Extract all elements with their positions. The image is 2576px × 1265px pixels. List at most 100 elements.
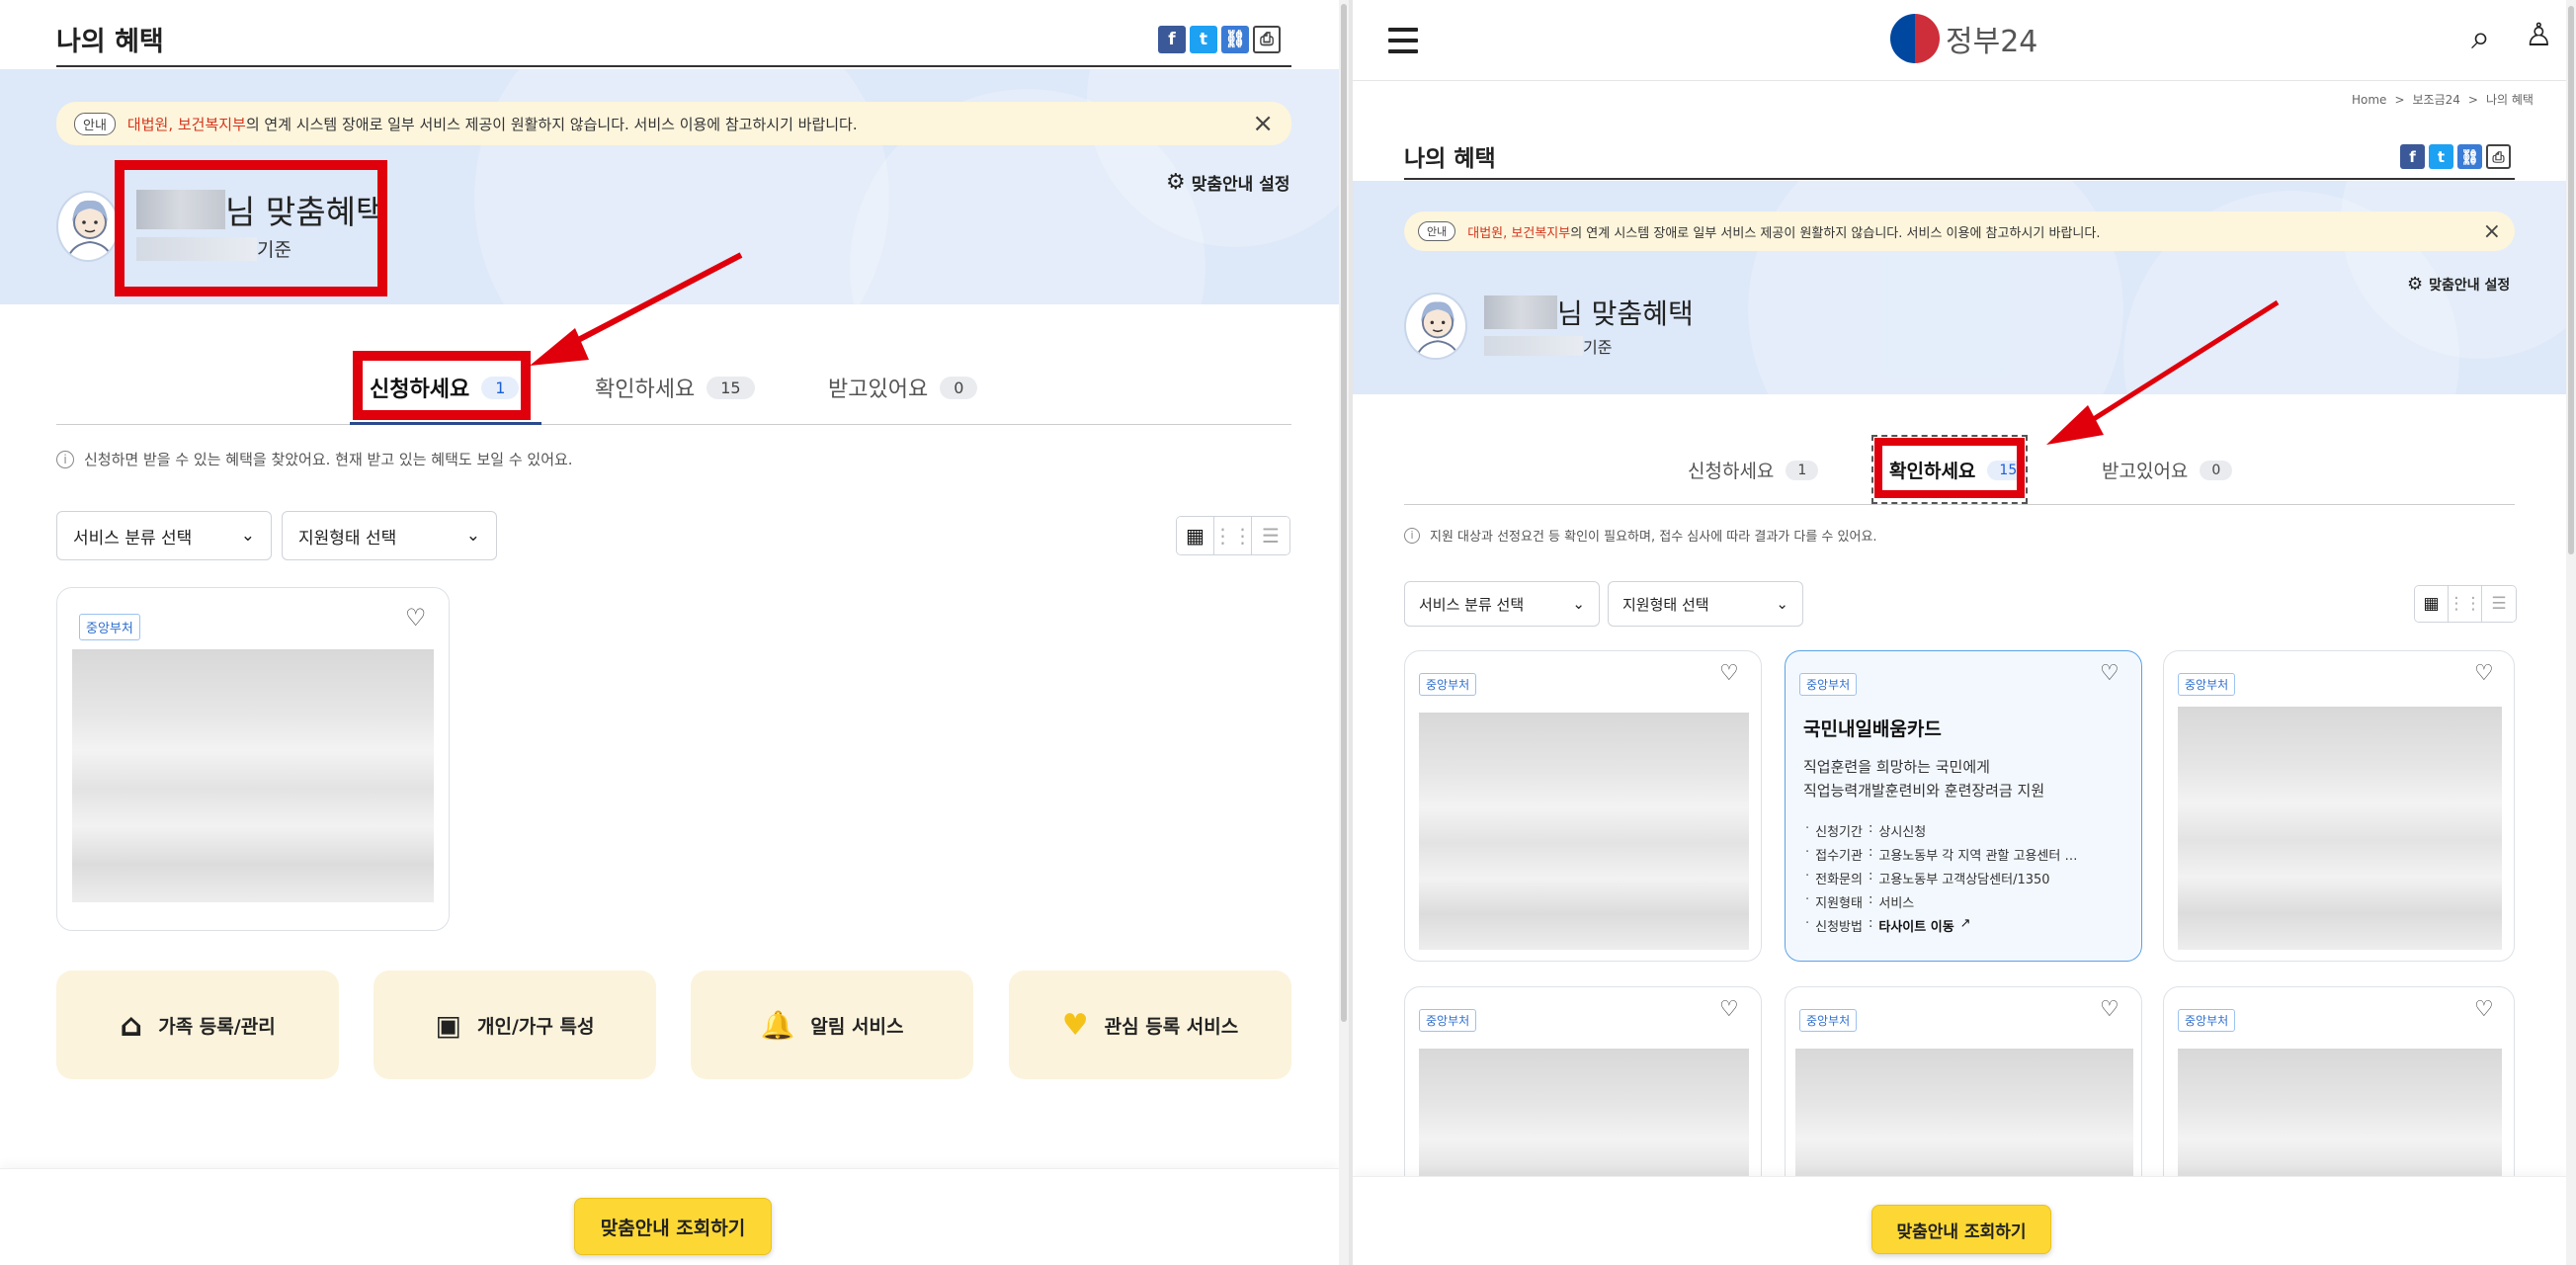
heart-icon[interactable]: ♡ <box>405 604 427 632</box>
service-category-label: 서비스 분류 선택 <box>73 528 193 548</box>
close-icon[interactable]: × <box>1252 109 1274 138</box>
compact-grid-icon[interactable]: ⋮⋮ <box>1213 517 1253 554</box>
list-view-icon[interactable]: ☰ <box>2482 586 2516 622</box>
gear-icon: ⚙ <box>2407 274 2424 295</box>
settings-label: 맞춤안내 설정 <box>1191 175 1290 195</box>
scrollbar-thumb[interactable] <box>2568 6 2574 554</box>
compact-grid-icon[interactable]: ⋮⋮ <box>2449 586 2482 622</box>
settings-link[interactable]: ⚙ 맞춤안내 설정 <box>2407 274 2510 295</box>
cta-button[interactable]: 맞춤안내 조회하기 <box>1871 1205 2051 1254</box>
chevron-down-icon: ⌄ <box>465 526 480 546</box>
info-key: 전화문의 <box>1815 873 1863 887</box>
card-badge: 중앙부처 <box>1419 673 1477 696</box>
arrow-annotation <box>530 252 743 366</box>
heart-icon[interactable]: ♡ <box>2474 661 2494 686</box>
link-icon[interactable]: ⛓ <box>2457 144 2482 169</box>
page-title: 나의 혜택 <box>1404 146 1496 172</box>
feature-alarm-label: 알림 서비스 <box>810 1015 904 1038</box>
menu-icon[interactable] <box>1388 28 1418 60</box>
benefit-card[interactable]: 중앙부처 ♡ <box>56 587 450 931</box>
arrow-annotation <box>2046 299 2280 445</box>
breadcrumb-current: 나의 혜택 <box>2485 93 2534 107</box>
tab-apply[interactable]: 신청하세요 1 <box>1688 457 1819 483</box>
top-navigation: 정부24 ⌕ ♙ <box>1353 0 2566 81</box>
notice-banner: 안내 대법원, 보건복지부 의 연계 시스템 장애로 일부 서비스 제공이 원활… <box>56 102 1291 145</box>
service-category-select[interactable]: 서비스 분류 선택 ⌄ <box>56 511 272 560</box>
user-icon[interactable]: ♙ <box>2525 16 2553 53</box>
taegeuk-logo-icon <box>1890 14 1940 63</box>
settings-link[interactable]: ⚙ 맞춤안내 설정 <box>1166 170 1290 195</box>
card-badge: 중앙부처 <box>2178 1009 2236 1032</box>
scrollbar-thumb[interactable] <box>1341 4 1347 1022</box>
card-info-phone: · 전화문의: 고용노동부 고객상담센터/1350 <box>1805 869 2050 887</box>
scrollbar[interactable] <box>2566 0 2576 1265</box>
feature-family[interactable]: ⌂ 가족 등록/관리 <box>56 970 339 1079</box>
benefit-card[interactable]: 중앙부처 ♡ <box>2163 650 2515 962</box>
external-link-icon: ↗ <box>1959 916 1971 931</box>
heart-icon[interactable]: ♡ <box>1719 661 1739 686</box>
card-badge: 중앙부처 <box>1799 673 1858 696</box>
service-category-select[interactable]: 서비스 분류 선택 ⌄ <box>1404 581 1600 627</box>
list-view-icon[interactable]: ☰ <box>1252 517 1289 554</box>
info-icon: i <box>1404 527 1420 544</box>
card-info-period: · 신청기간: 상시신청 <box>1805 821 1926 840</box>
masked-date <box>1484 336 1583 356</box>
print-icon[interactable]: ⎙ <box>1253 26 1281 53</box>
facebook-icon[interactable]: f <box>1158 26 1186 53</box>
benefit-card[interactable]: 중앙부처 ♡ <box>1404 650 1762 962</box>
print-icon[interactable]: ⎙ <box>2486 144 2511 169</box>
tab-receiving[interactable]: 받고있어요 0 <box>828 372 978 403</box>
bullet: · <box>1805 892 1810 907</box>
logo-text: 정부24 <box>1946 25 2038 59</box>
left-panel: 나의 혜택 f t ⛓ ⎙ 안내 대법원, 보건복지부 의 연계 시스템 장애로… <box>0 0 1349 1265</box>
card-info-agency: · 접수기관: 고용노동부 각 지역 관할 고용센터 … <box>1805 845 2077 864</box>
avatar <box>56 191 120 262</box>
notice-message: 의 연계 시스템 장애로 일부 서비스 제공이 원활하지 않습니다. 서비스 이… <box>1570 225 2101 241</box>
tab-check-count: 15 <box>706 376 755 399</box>
scrollbar[interactable] <box>1339 0 1349 1265</box>
notice-orgs: 대법원, 보건복지부 <box>1467 225 1571 241</box>
heart-icon[interactable]: ♡ <box>1719 997 1739 1022</box>
breadcrumb-subsidy[interactable]: 보조금24 <box>2413 91 2460 108</box>
search-icon[interactable]: ⌕ <box>2471 18 2490 57</box>
feature-personal[interactable]: ▣ 개인/가구 특성 <box>374 970 656 1079</box>
card-badge: 중앙부처 <box>1419 1009 1477 1032</box>
info-sep: : <box>1868 845 1873 860</box>
info-icon: i <box>56 450 74 468</box>
highlight-box-user <box>115 160 387 296</box>
right-panel: 정부24 ⌕ ♙ Home > 보조금24 > 나의 혜택 나의 혜택 f t … <box>1353 0 2576 1265</box>
external-site-link[interactable]: 타사이트 이동 <box>1878 916 1953 935</box>
support-type-select[interactable]: 지원형태 선택 ⌄ <box>1608 581 1803 627</box>
breadcrumb-home[interactable]: Home <box>2352 93 2386 107</box>
cta-button[interactable]: 맞춤안내 조회하기 <box>574 1198 772 1255</box>
highlight-box-tab <box>353 351 531 420</box>
feature-interest-label: 관심 등록 서비스 <box>1104 1015 1239 1038</box>
tab-check[interactable]: 확인하세요 15 <box>595 372 755 403</box>
share-buttons: f t ⛓ ⎙ <box>2400 144 2511 169</box>
chevron-right-icon: > <box>2467 92 2478 107</box>
service-category-label: 서비스 분류 선택 <box>1419 595 1525 614</box>
heart-icon[interactable]: ♡ <box>2100 997 2119 1022</box>
info-sep: : <box>1868 892 1873 907</box>
support-type-select[interactable]: 지원형태 선택 ⌄ <box>282 511 497 560</box>
info-value: 고용노동부 각 지역 관할 고용센터 … <box>1878 849 2078 864</box>
tab-receiving-label: 받고있어요 <box>2102 461 2189 482</box>
logo[interactable]: 정부24 <box>1890 14 2037 63</box>
heart-icon[interactable]: ♡ <box>2474 997 2494 1022</box>
twitter-icon[interactable]: t <box>2429 144 2453 169</box>
grid-view-icon[interactable]: ▦ <box>2415 586 2449 622</box>
link-icon[interactable]: ⛓ <box>1221 26 1249 53</box>
settings-label: 맞춤안내 설정 <box>2429 277 2511 294</box>
title-divider <box>56 65 1291 67</box>
date-basis-suffix: 기준 <box>1583 338 1613 357</box>
house-icon: ⌂ <box>120 1006 143 1044</box>
twitter-icon[interactable]: t <box>1190 26 1217 53</box>
feature-interest[interactable]: ♥ 관심 등록 서비스 <box>1009 970 1291 1079</box>
feature-alarm[interactable]: 🔔 알림 서비스 <box>691 970 973 1079</box>
grid-view-icon[interactable]: ▦ <box>1177 517 1214 554</box>
featured-benefit-card[interactable]: 중앙부처 ♡ 국민내일배움카드 직업훈련을 희망하는 국민에게 직업능력개발훈련… <box>1785 650 2142 962</box>
facebook-icon[interactable]: f <box>2400 144 2425 169</box>
tab-receiving[interactable]: 받고있어요 0 <box>2102 457 2233 483</box>
heart-icon[interactable]: ♡ <box>2100 661 2119 686</box>
close-icon[interactable]: × <box>2483 219 2501 244</box>
